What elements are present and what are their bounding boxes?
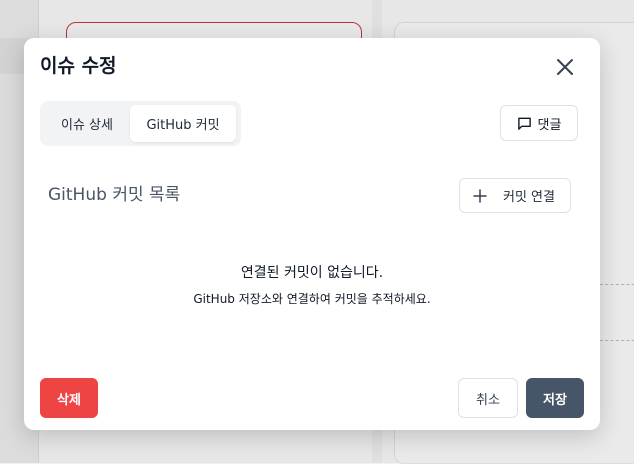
message-square-icon — [517, 117, 531, 130]
link-commit-label: 커밋 연결 — [503, 190, 555, 205]
comment-button-label: 댓글 — [537, 117, 562, 133]
tab-github-commits[interactable]: GitHub 커밋 — [130, 105, 236, 142]
cancel-button[interactable]: 취소 — [458, 378, 518, 418]
plus-icon — [473, 188, 487, 203]
empty-state-title: 연결된 커밋이 없습니다. — [240, 265, 384, 281]
tab-issue-details[interactable]: 이슈 상세 — [44, 105, 130, 142]
modal-title: 이슈 수정 — [40, 55, 117, 77]
delete-button[interactable]: 삭제 — [40, 378, 98, 418]
link-commit-button[interactable]: 커밋 연결 — [459, 178, 571, 213]
close-button[interactable] — [551, 53, 579, 81]
edit-issue-modal: 이슈 수정 이슈 상세 GitHub 커밋 댓글 GitHub 커밋 목록 커밋… — [24, 38, 600, 430]
tab-list: 이슈 상세 GitHub 커밋 — [40, 101, 241, 146]
section-title: GitHub 커밋 목록 — [48, 185, 181, 205]
save-button[interactable]: 저장 — [526, 378, 584, 418]
comment-button[interactable]: 댓글 — [500, 105, 578, 141]
empty-state-subtitle: GitHub 저장소와 연결하여 커밋을 추적하세요. — [193, 292, 431, 306]
close-icon — [557, 59, 573, 75]
